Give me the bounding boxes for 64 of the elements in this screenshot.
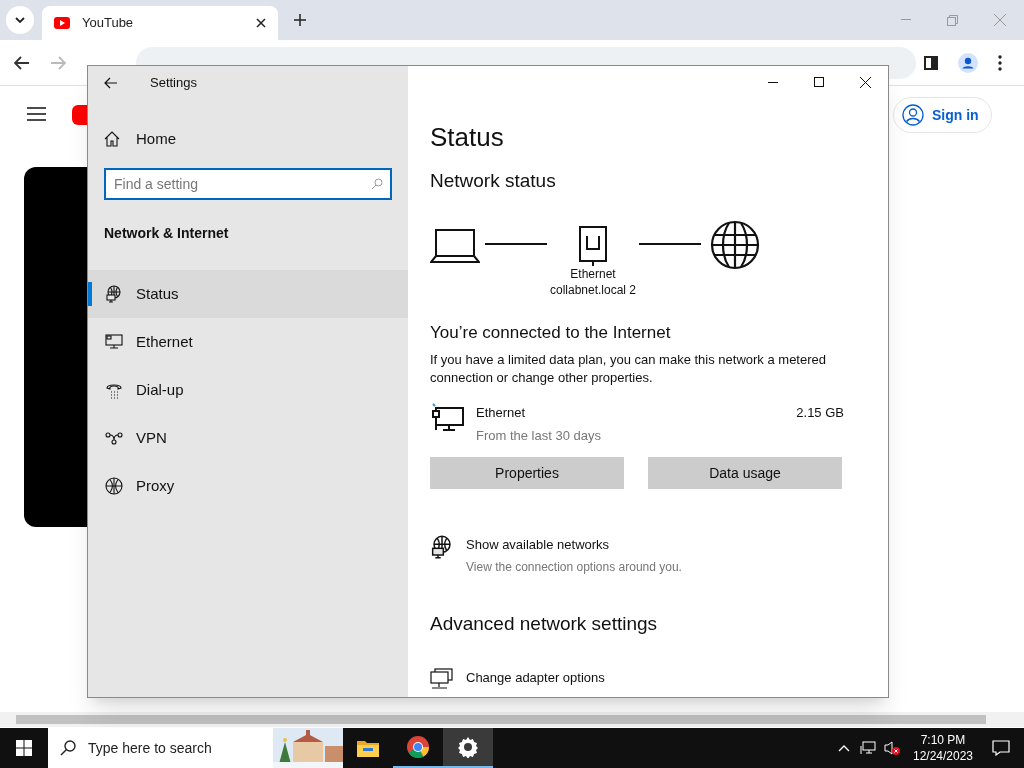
monitors-icon (430, 668, 454, 692)
back-icon[interactable] (104, 77, 118, 89)
side-panel-icon[interactable] (924, 55, 938, 70)
play-logo-icon (54, 17, 70, 29)
settings-dialog: Settings Home Find a setting Network & Internet Status Ethernet Dial-up VPN Proxy Status Network status Ethernet collabnet.local 2 You’re connected to the Internet If you have a limited data plan, you can make this network a metered connection or change other properties. Ethernet From the last 30 days 2.15 GB Properties Data usage Show available networks View the connection options around you. Advanced network settings Change adapter options (87, 65, 889, 698)
minimize-icon (768, 81, 778, 83)
chevron-down-icon (15, 17, 25, 23)
speaker-muted-icon[interactable] (884, 741, 900, 755)
connector-line (485, 242, 547, 245)
back-icon[interactable] (14, 55, 30, 70)
nav-item[interactable]: Status (88, 270, 408, 318)
page-title: Status (430, 121, 505, 153)
monitor-icon (430, 403, 464, 433)
network-label: collabnet.local 2 (549, 281, 637, 298)
adapter-label: Ethernet (570, 265, 616, 282)
show-networks-link[interactable]: Show available networks View the connection options around you. (430, 535, 844, 576)
tab-list-button[interactable] (6, 6, 34, 34)
globe-monitor-icon (430, 535, 454, 559)
windows-logo-icon (16, 740, 32, 756)
laptop-icon (430, 227, 480, 264)
section-heading: Advanced network settings (430, 611, 659, 636)
account-icon (902, 104, 924, 126)
close-icon (859, 76, 871, 88)
chevron-up-icon[interactable] (838, 744, 850, 752)
globe-icon (710, 219, 760, 270)
vpn-icon (105, 431, 123, 445)
ethernet-port-icon (579, 225, 607, 266)
connection-heading: You’re connected to the Internet (430, 321, 672, 344)
network-icon[interactable] (860, 741, 876, 755)
description: If you have a limited data plan, you can make this network a metered connection or change other properties. (430, 351, 827, 387)
menu-icon[interactable] (998, 54, 1002, 71)
connection-period: From the last 30 days (476, 426, 602, 445)
nav-item[interactable]: Ethernet (88, 318, 408, 366)
section-heading: Network & Internet (104, 224, 230, 243)
monitor-icon (105, 334, 123, 350)
nav-item[interactable]: Proxy (88, 462, 408, 510)
phone-icon (105, 381, 123, 399)
connection-name: Ethernet (476, 404, 527, 422)
home-icon (104, 131, 120, 147)
section-heading: Network status (430, 169, 557, 193)
profile-icon[interactable] (958, 52, 978, 73)
action-button[interactable]: Data usage (648, 457, 842, 489)
close-icon[interactable] (256, 18, 266, 28)
menu-icon[interactable] (27, 107, 46, 121)
connector-line (639, 242, 701, 245)
nav-item[interactable]: VPN (88, 414, 408, 462)
nav-item[interactable]: Dial-up (88, 366, 408, 414)
browser-tab[interactable]: YouTube (42, 6, 278, 40)
globe-icon (105, 477, 123, 495)
home-item[interactable]: Home (88, 121, 408, 157)
notifications-icon[interactable] (992, 740, 1010, 756)
action-button[interactable]: Properties (430, 457, 624, 489)
new-tab-icon[interactable] (294, 14, 306, 26)
adapter-options-link[interactable]: Change adapter options (430, 668, 844, 692)
globe-monitor-icon (105, 285, 123, 303)
taskbar-search-field[interactable]: Type here to search (48, 728, 343, 768)
data-usage-amount: 2.15 GB (796, 404, 844, 422)
maximize-icon (814, 77, 824, 87)
clock[interactable]: 7:10 PM 12/24/2023 (908, 732, 978, 764)
search-icon (371, 178, 383, 190)
search-icon (60, 740, 76, 756)
scrollbar[interactable] (0, 712, 1024, 727)
search-field[interactable]: Find a setting (104, 168, 392, 200)
settings-taskbar-icon[interactable] (443, 728, 493, 768)
